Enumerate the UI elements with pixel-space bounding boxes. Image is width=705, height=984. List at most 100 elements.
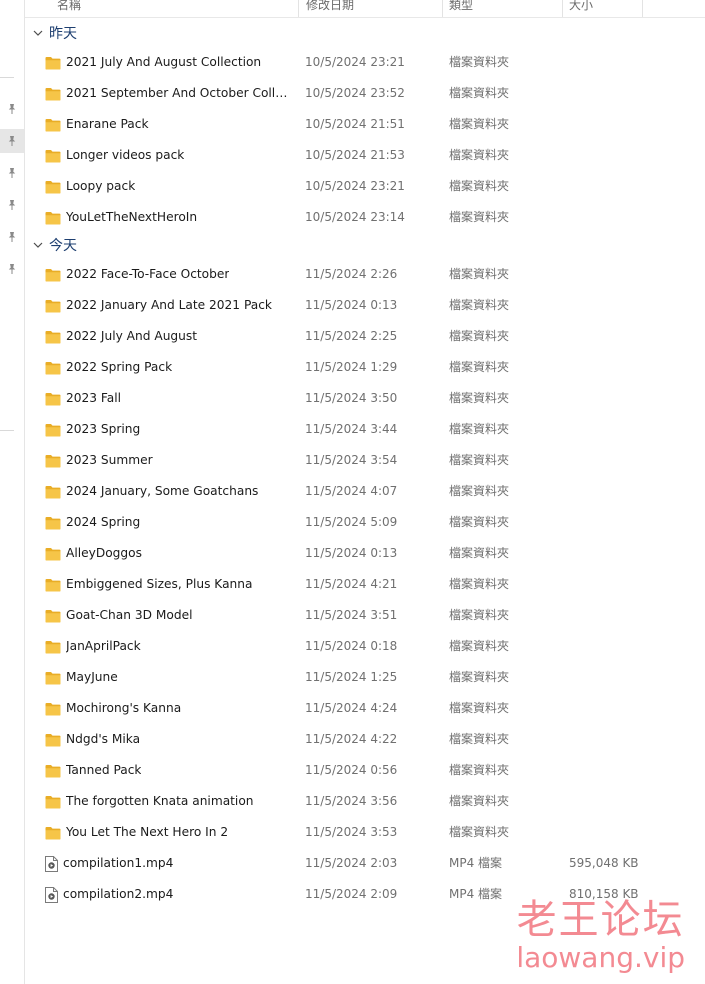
file-name: 2023 Fall bbox=[66, 391, 122, 405]
file-name: The forgotten Knata animation bbox=[66, 794, 254, 808]
file-name-cell: 2021 July And August Collection bbox=[45, 47, 290, 78]
file-name-cell: compilation1.mp4 bbox=[45, 848, 290, 879]
file-name: 2021 September And October Collecti... bbox=[66, 86, 290, 100]
date-modified: 10/5/2024 21:53 bbox=[305, 148, 405, 162]
file-row[interactable]: 2022 Spring Pack 11/5/2024 1:29 檔案資料夾 bbox=[25, 352, 705, 383]
quick-access-pin[interactable] bbox=[0, 193, 24, 217]
column-header-date[interactable]: 修改日期 bbox=[306, 0, 354, 13]
file-row[interactable]: 2023 Summer 11/5/2024 3:54 檔案資料夾 bbox=[25, 445, 705, 476]
file-size bbox=[569, 259, 669, 290]
folder-icon bbox=[45, 56, 61, 69]
file-name: Longer videos pack bbox=[66, 148, 185, 162]
file-type: 檔案資料夾 bbox=[449, 55, 510, 69]
file-size bbox=[569, 569, 669, 600]
group-header[interactable]: 今天 bbox=[33, 235, 77, 255]
column-header-name[interactable]: 名稱 bbox=[57, 0, 81, 13]
pin-icon bbox=[8, 104, 16, 114]
file-type: 檔案資料夾 bbox=[449, 732, 510, 746]
file-row[interactable]: Embiggened Sizes, Plus Kanna 11/5/2024 4:… bbox=[25, 569, 705, 600]
file-row[interactable]: 2022 January And Late 2021 Pack 11/5/2024… bbox=[25, 290, 705, 321]
file-size bbox=[569, 631, 669, 662]
file-row[interactable]: 2022 July And August 11/5/2024 2:25 檔案資料夾 bbox=[25, 321, 705, 352]
column-divider[interactable] bbox=[642, 0, 643, 17]
column-header-size[interactable]: 大小 bbox=[569, 0, 593, 13]
date-modified: 11/5/2024 4:22 bbox=[305, 732, 398, 746]
file-row[interactable]: 2023 Fall 11/5/2024 3:50 檔案資料夾 bbox=[25, 383, 705, 414]
file-size bbox=[569, 47, 669, 78]
folder-icon bbox=[45, 516, 61, 529]
folder-icon bbox=[45, 180, 61, 193]
quick-access-pin[interactable] bbox=[0, 129, 24, 153]
file-name-cell: 2024 January, Some Goatchans bbox=[45, 476, 290, 507]
file-size bbox=[569, 445, 669, 476]
date-modified: 11/5/2024 2:25 bbox=[305, 329, 398, 343]
pin-icon bbox=[8, 232, 16, 242]
file-size bbox=[569, 476, 669, 507]
file-row[interactable]: 2024 Spring 11/5/2024 5:09 檔案資料夾 bbox=[25, 507, 705, 538]
date-modified: 11/5/2024 3:44 bbox=[305, 422, 398, 436]
folder-icon bbox=[45, 547, 61, 560]
file-name: Tanned Pack bbox=[66, 763, 142, 777]
file-name: 2024 Spring bbox=[66, 515, 141, 529]
file-name-cell: The forgotten Knata animation bbox=[45, 786, 290, 817]
file-name-cell: AlleyDoggos bbox=[45, 538, 290, 569]
column-divider[interactable] bbox=[562, 0, 563, 17]
column-divider[interactable] bbox=[442, 0, 443, 17]
file-row[interactable]: 2021 September And October Collecti... 10… bbox=[25, 78, 705, 109]
date-modified: 10/5/2024 23:21 bbox=[305, 179, 405, 193]
file-size bbox=[569, 140, 669, 171]
file-size bbox=[569, 600, 669, 631]
file-type: 檔案資料夾 bbox=[449, 515, 510, 529]
file-type: 檔案資料夾 bbox=[449, 670, 510, 684]
date-modified: 11/5/2024 0:18 bbox=[305, 639, 398, 653]
file-row[interactable]: Longer videos pack 10/5/2024 21:53 檔案資料夾 bbox=[25, 140, 705, 171]
file-row[interactable]: 2024 January, Some Goatchans 11/5/2024 4:… bbox=[25, 476, 705, 507]
file-row[interactable]: Goat-Chan 3D Model 11/5/2024 3:51 檔案資料夾 bbox=[25, 600, 705, 631]
file-size bbox=[569, 693, 669, 724]
file-type: MP4 檔案 bbox=[449, 856, 503, 870]
file-name-cell: Goat-Chan 3D Model bbox=[45, 600, 290, 631]
quick-access-pin[interactable] bbox=[0, 225, 24, 249]
chevron-down-icon[interactable] bbox=[33, 242, 43, 249]
date-modified: 11/5/2024 3:51 bbox=[305, 608, 398, 622]
file-row[interactable]: YouLetTheNextHeroIn 10/5/2024 23:14 檔案資料夾 bbox=[25, 202, 705, 233]
file-row[interactable]: JanAprilPack 11/5/2024 0:18 檔案資料夾 bbox=[25, 631, 705, 662]
file-type: 檔案資料夾 bbox=[449, 701, 510, 715]
file-name-cell: You Let The Next Hero In 2 bbox=[45, 817, 290, 848]
file-size bbox=[569, 538, 669, 569]
navigation-pane bbox=[0, 0, 25, 984]
column-divider[interactable] bbox=[298, 0, 299, 17]
date-modified: 11/5/2024 0:13 bbox=[305, 298, 398, 312]
file-row[interactable]: AlleyDoggos 11/5/2024 0:13 檔案資料夾 bbox=[25, 538, 705, 569]
file-row[interactable]: MayJune 11/5/2024 1:25 檔案資料夾 bbox=[25, 662, 705, 693]
group-header[interactable]: 昨天 bbox=[33, 23, 77, 43]
folder-icon bbox=[45, 118, 61, 131]
file-name: 2024 January, Some Goatchans bbox=[66, 484, 259, 498]
file-row[interactable]: Mochirong's Kanna 11/5/2024 4:24 檔案資料夾 bbox=[25, 693, 705, 724]
file-name-cell: compilation2.mp4 bbox=[45, 879, 290, 910]
quick-access-pin[interactable] bbox=[0, 257, 24, 281]
file-row[interactable]: You Let The Next Hero In 2 11/5/2024 3:53… bbox=[25, 817, 705, 848]
file-row[interactable]: compilation1.mp4 11/5/2024 2:03 MP4 檔案 595,… bbox=[25, 848, 705, 879]
quick-access-pin[interactable] bbox=[0, 161, 24, 185]
watermark-chinese-text: 老王论坛 bbox=[516, 897, 685, 943]
file-row[interactable]: The forgotten Knata animation 11/5/2024 3… bbox=[25, 786, 705, 817]
file-row[interactable]: 2021 July And August Collection 10/5/2024… bbox=[25, 47, 705, 78]
file-row[interactable]: Tanned Pack 11/5/2024 0:56 檔案資料夾 bbox=[25, 755, 705, 786]
column-header-type[interactable]: 類型 bbox=[449, 0, 473, 13]
file-row[interactable]: Ndgd's Mika 11/5/2024 4:22 檔案資料夾 bbox=[25, 724, 705, 755]
chevron-down-icon[interactable] bbox=[33, 30, 43, 37]
file-type: 檔案資料夾 bbox=[449, 179, 510, 193]
file-name: MayJune bbox=[66, 670, 118, 684]
nav-divider bbox=[0, 430, 14, 431]
quick-access-pin[interactable] bbox=[0, 97, 24, 121]
date-modified: 11/5/2024 3:54 bbox=[305, 453, 398, 467]
folder-icon bbox=[45, 702, 61, 715]
file-row[interactable]: 2022 Face-To-Face October 11/5/2024 2:26 檔… bbox=[25, 259, 705, 290]
file-name: 2022 July And August bbox=[66, 329, 198, 343]
file-type: 檔案資料夾 bbox=[449, 577, 510, 591]
file-row[interactable]: 2023 Spring 11/5/2024 3:44 檔案資料夾 bbox=[25, 414, 705, 445]
file-row[interactable]: Loopy pack 10/5/2024 23:21 檔案資料夾 bbox=[25, 171, 705, 202]
file-size bbox=[569, 817, 669, 848]
file-row[interactable]: Enarane Pack 10/5/2024 21:51 檔案資料夾 bbox=[25, 109, 705, 140]
